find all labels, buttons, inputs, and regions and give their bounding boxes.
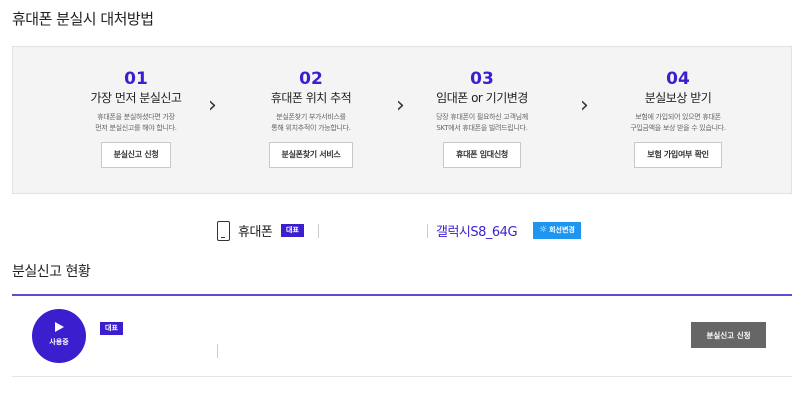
step-2: 02 휴대폰 위치 추적 분실폰찾기 부가서비스를 통해 위치추적이 가능합니다.… xyxy=(231,47,391,168)
insurance-check-button[interactable]: 보험 가입여부 확인 xyxy=(634,142,722,168)
step-desc: 당장 휴대폰이 필요하신 고객님께 SKT에서 휴대폰을 빌려드립니다. xyxy=(436,113,528,132)
step-number: 02 xyxy=(299,69,323,89)
chevron-right-icon: › xyxy=(208,93,217,118)
chevron-right-icon: › xyxy=(580,93,589,118)
section-divider xyxy=(12,294,792,296)
step-title: 분실보상 받기 xyxy=(644,91,712,105)
find-lost-phone-button[interactable]: 분실폰찾기 서비스 xyxy=(268,142,354,168)
report-loss-button[interactable]: 분실신고 신청 xyxy=(100,142,172,168)
step-title: 임대폰 or 기기변경 xyxy=(436,91,528,105)
step-desc: 휴대폰을 분실하셨다면 가장 먼저 분실신고를 해야 합니다. xyxy=(95,113,177,132)
primary-badge: 대표 xyxy=(100,322,123,335)
step-4: 04 분실보상 받기 보험에 가입되어 있으면 휴대폰 구입금액을 보상 받을 수… xyxy=(598,47,758,168)
primary-badge: 대표 xyxy=(281,224,304,237)
step-3: 03 임대폰 or 기기변경 당장 휴대폰이 필요하신 고객님께 SKT에서 휴대… xyxy=(402,47,562,168)
device-label: 휴대폰 xyxy=(238,225,273,240)
status-text: 사용중 xyxy=(49,338,69,346)
step-number: 03 xyxy=(470,69,494,89)
rental-phone-button[interactable]: 휴대폰 임대신청 xyxy=(443,142,521,168)
change-line-label: 회선변경 xyxy=(549,226,575,234)
steps-panel: 01 가장 먼저 분실신고 휴대폰을 분실하셨다면 가장 먼저 분실신고를 해야 … xyxy=(12,46,792,194)
status-indicator: 사용중 xyxy=(32,309,86,363)
report-loss-button[interactable]: 분실신고 신청 xyxy=(691,322,766,348)
section-title: 분실신고 현황 xyxy=(12,264,91,280)
phone-icon xyxy=(217,221,230,241)
device-info-row: 휴대폰 대표 갤럭시S8_64G ☼ 회선변경 xyxy=(0,218,800,246)
step-desc: 보험에 가입되어 있으면 휴대폰 구입금액을 보상 받을 수 있습니다. xyxy=(630,113,726,132)
divider xyxy=(217,344,218,358)
divider xyxy=(427,224,428,238)
step-title: 가장 먼저 분실신고 xyxy=(90,91,182,105)
step-title: 휴대폰 위치 추적 xyxy=(270,91,352,105)
step-number: 04 xyxy=(666,69,690,89)
step-number: 01 xyxy=(124,69,148,89)
gear-icon: ☼ xyxy=(539,225,548,235)
step-1: 01 가장 먼저 분실신고 휴대폰을 분실하셨다면 가장 먼저 분실신고를 해야 … xyxy=(56,47,216,168)
change-line-button[interactable]: ☼ 회선변경 xyxy=(533,222,581,239)
step-desc: 분실폰찾기 부가서비스를 통해 위치추적이 가능합니다. xyxy=(271,113,351,132)
row-divider xyxy=(12,376,792,377)
device-model: 갤럭시S8_64G xyxy=(436,225,518,240)
page-title: 휴대폰 분실시 대처방법 xyxy=(12,10,154,28)
divider xyxy=(318,224,319,238)
play-icon xyxy=(55,322,64,332)
